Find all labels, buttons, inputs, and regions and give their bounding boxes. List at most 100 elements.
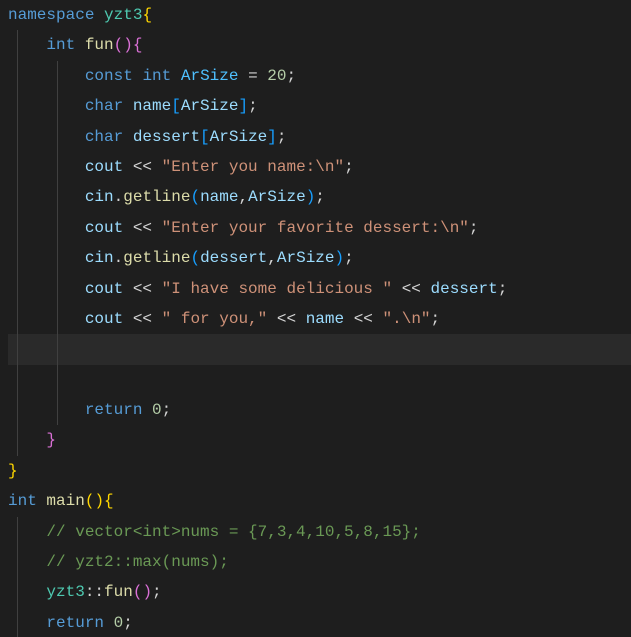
token: ) [306,188,316,206]
token: ; [498,280,508,298]
code-line[interactable]: } [8,456,631,486]
token: ) [123,36,133,54]
token: ) [142,583,152,601]
code-line[interactable]: // yzt2::max(nums); [8,547,631,577]
token: ) [335,249,345,267]
token [152,219,162,237]
token: [ [171,97,181,115]
token: ArSize [181,97,239,115]
token: ; [315,188,325,206]
token [152,158,162,176]
token: { [133,36,143,54]
token: << [133,310,152,328]
code-line[interactable]: yzt3::fun(); [8,577,631,607]
token: ( [85,492,95,510]
code-line[interactable]: cout << "Enter you name:\n"; [8,152,631,182]
token [123,280,133,298]
token: { [142,6,152,24]
code-line[interactable]: char name[ArSize]; [8,91,631,121]
code-line[interactable]: namespace yzt3{ [8,0,631,30]
code-line[interactable] [8,334,631,364]
token [238,67,248,85]
token: << [133,219,152,237]
token: ] [238,97,248,115]
token: char [85,97,123,115]
token: ; [152,583,162,601]
token: fun [104,583,133,601]
token: = [248,67,258,85]
token [152,310,162,328]
code-line[interactable]: int main(){ [8,486,631,516]
token: cout [85,219,123,237]
token: ArSize [181,67,239,85]
token [258,67,268,85]
token: dessert [200,249,267,267]
code-line[interactable]: cout << " for you," << name << ".\n"; [8,304,631,334]
token: << [277,310,296,328]
code-line[interactable]: int fun(){ [8,30,631,60]
code-line[interactable]: cin.getline(name,ArSize); [8,182,631,212]
token: // yzt2::max(nums); [46,553,228,571]
token: yzt3 [104,6,142,24]
token [267,310,277,328]
token: ".\n" [383,310,431,328]
code-line[interactable]: cin.getline(dessert,ArSize); [8,243,631,273]
code-editor[interactable]: namespace yzt3{ int fun(){ const int ArS… [0,0,631,637]
token: name [306,310,344,328]
token: << [402,280,421,298]
token: . [114,249,124,267]
token: int [8,492,37,510]
code-line[interactable]: return 0; [8,395,631,425]
token: , [267,249,277,267]
token: name [133,97,171,115]
token: return [46,614,104,632]
token: return [85,401,143,419]
token: 20 [267,67,286,85]
token: int [142,67,171,85]
token: fun [85,36,114,54]
code-line[interactable]: } [8,425,631,455]
token: ] [267,128,277,146]
code-line[interactable]: const int ArSize = 20; [8,61,631,91]
token [123,219,133,237]
token: ( [133,583,143,601]
token [373,310,383,328]
token [94,6,104,24]
token: ( [114,36,124,54]
token: ArSize [248,188,306,206]
code-line[interactable]: char dessert[ArSize]; [8,122,631,152]
token [392,280,402,298]
token: char [85,128,123,146]
token: ; [344,249,354,267]
token: 0 [152,401,162,419]
token: << [133,158,152,176]
code-line[interactable] [8,365,631,395]
token: ; [248,97,258,115]
token: cout [85,310,123,328]
token [104,614,114,632]
code-line[interactable]: cout << "I have some delicious " << dess… [8,274,631,304]
token: getline [123,188,190,206]
token: ; [162,401,172,419]
token: " for you," [162,310,268,328]
token: ( [190,249,200,267]
token: namespace [8,6,94,24]
code-line[interactable]: // vector<int>nums = {7,3,4,10,5,8,15}; [8,517,631,547]
token: // vector<int>nums = {7,3,4,10,5,8,15}; [46,523,420,541]
token [344,310,354,328]
token: ArSize [210,128,268,146]
token [75,36,85,54]
token: cin [85,188,114,206]
code-line[interactable]: cout << "Enter your favorite dessert:\n"… [8,213,631,243]
token [133,67,143,85]
token: ; [469,219,479,237]
token [123,310,133,328]
token [123,97,133,115]
token [123,158,133,176]
token: :: [85,583,104,601]
code-line[interactable]: return 0; [8,608,631,637]
token: "Enter your favorite dessert:\n" [162,219,469,237]
token: const [85,67,133,85]
token [421,280,431,298]
token [152,280,162,298]
